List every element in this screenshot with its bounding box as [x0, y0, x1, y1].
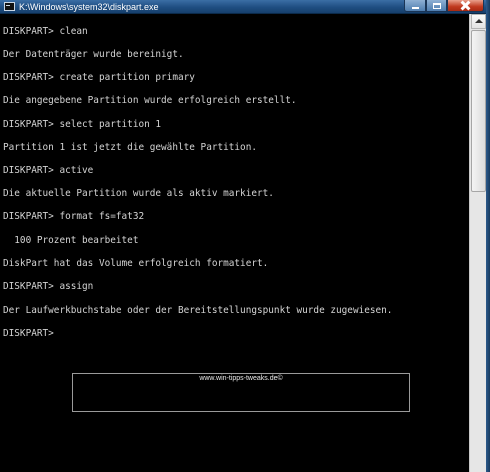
- output-line: Partition 1 ist jetzt die gewählte Parti…: [3, 142, 257, 153]
- watermark-box: www.win-tipps-tweaks.de©: [72, 373, 410, 412]
- output-line: DiskPart hat das Volume erfolgreich form…: [3, 258, 269, 269]
- output-line: Der Datenträger wurde bereinigt.: [3, 49, 184, 60]
- window-title: K:\Windows\system32\diskpart.exe: [19, 2, 159, 12]
- scrollbar-thumb[interactable]: [471, 30, 486, 192]
- arrow-up-icon: [475, 19, 483, 23]
- command-line-create: DISKPART> create partition primary: [3, 72, 195, 83]
- close-button[interactable]: [447, 0, 484, 12]
- console-window: K:\Windows\system32\diskpart.exe DISKPAR…: [0, 0, 490, 472]
- console-app-icon[interactable]: [4, 2, 15, 11]
- output-line: Der Laufwerkbuchstabe oder der Bereitste…: [3, 305, 393, 316]
- maximize-icon: [432, 2, 441, 9]
- command-prompt[interactable]: DISKPART>: [3, 327, 54, 341]
- command-line-format: DISKPART> format fs=fat32: [3, 211, 145, 222]
- minimize-icon: [411, 7, 419, 9]
- command-line-clean: DISKPART> clean: [3, 26, 88, 37]
- command-line-assign: DISKPART> assign: [3, 281, 94, 292]
- scroll-up-button[interactable]: [471, 14, 486, 29]
- output-line: Die aktuelle Partition wurde als aktiv m…: [3, 188, 274, 199]
- watermark-text: www.win-tipps-tweaks.de©: [199, 375, 283, 382]
- command-line-select: DISKPART> select partition 1: [3, 119, 162, 130]
- minimize-button[interactable]: [404, 0, 426, 12]
- maximize-button[interactable]: [426, 0, 447, 12]
- window-frame-edge: [486, 0, 490, 472]
- title-bar[interactable]: K:\Windows\system32\diskpart.exe: [0, 0, 490, 14]
- vertical-scrollbar[interactable]: [469, 14, 486, 472]
- output-line: Die angegebene Partition wurde erfolgrei…: [3, 95, 297, 106]
- close-icon: [461, 1, 470, 10]
- progress-line: 100 Prozent bearbeitet: [3, 235, 139, 246]
- command-line-active: DISKPART> active: [3, 165, 94, 176]
